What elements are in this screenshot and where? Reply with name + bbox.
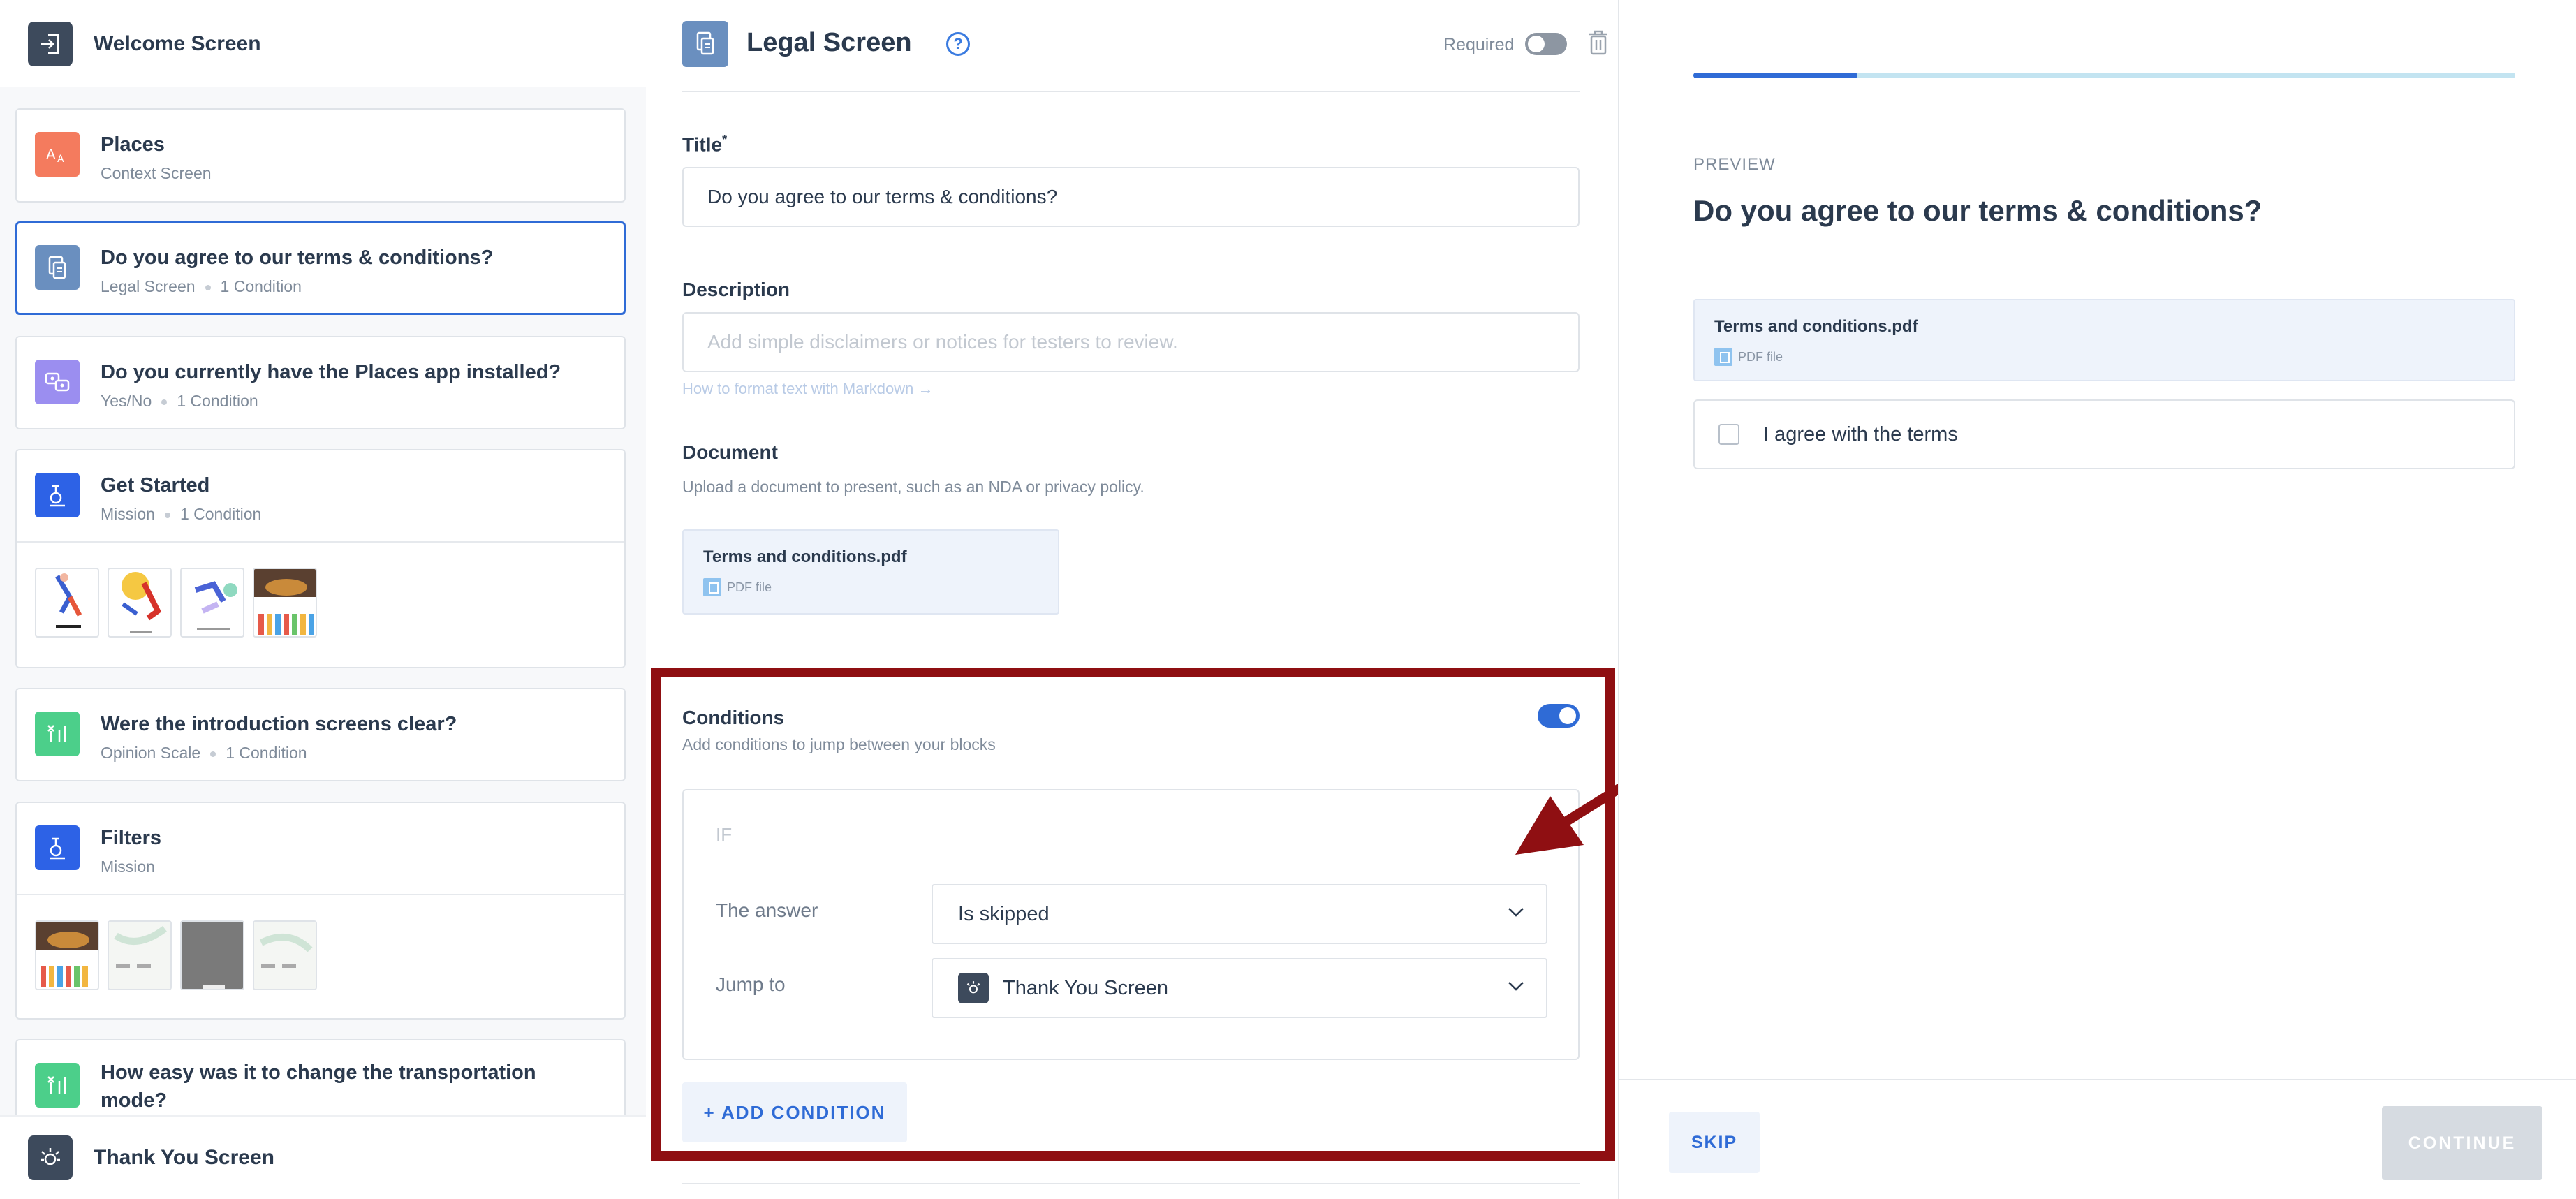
preview-question: Do you agree to our terms & conditions? <box>1693 194 2262 227</box>
block-card-get-started[interactable]: Get Started Mission 1 Condition <box>15 449 626 668</box>
editor-title: Legal Screen <box>746 28 912 57</box>
required-label: Required <box>1443 35 1515 54</box>
pdf-file-icon <box>1714 348 1732 366</box>
title-field-label: Title* <box>682 133 728 156</box>
answer-label: The answer <box>716 899 818 921</box>
condition-rule: IF The answer Is skipped Jump to Thank Y… <box>682 789 1580 1060</box>
enter-icon <box>28 21 73 66</box>
screen-thumbnail <box>180 920 244 990</box>
legal-document-icon <box>682 21 728 67</box>
document-help-text: Upload a document to present, such as an… <box>682 478 1145 496</box>
document-field-label: Document <box>682 441 778 463</box>
welcome-screen-item[interactable]: Welcome Screen <box>0 0 646 87</box>
screen-thumbnail <box>35 920 99 990</box>
block-subtitle: Mission 1 Condition <box>101 505 262 523</box>
mission-screen-thumbnails <box>17 894 624 1018</box>
opinion-scale-icon <box>35 712 80 756</box>
block-card-places[interactable]: AA Places Context Screen <box>15 108 626 203</box>
block-title: Do you agree to our terms & conditions? <box>101 247 494 269</box>
block-title: Do you currently have the Places app ins… <box>101 361 561 383</box>
block-editor: Legal Screen ? Required Title* Do you ag… <box>646 0 1618 1199</box>
block-card-yes-no[interactable]: Do you currently have the Places app ins… <box>15 336 626 429</box>
jump-to-select[interactable]: Thank You Screen <box>932 958 1547 1018</box>
required-toggle[interactable] <box>1525 33 1567 55</box>
if-label: IF <box>716 824 733 845</box>
answer-select[interactable]: Is skipped <box>932 884 1547 944</box>
screen-thumbnail <box>253 920 317 990</box>
block-title: Were the introduction screens clear? <box>101 713 457 735</box>
block-subtitle: Context Screen <box>101 164 212 182</box>
jump-to-label: Jump to <box>716 973 786 995</box>
progress-bar <box>1693 73 2515 78</box>
context-screen-icon: AA <box>35 132 80 177</box>
add-condition-button[interactable]: + ADD CONDITION <box>682 1082 907 1142</box>
svg-text:A: A <box>57 154 64 165</box>
welcome-screen-label: Welcome Screen <box>94 31 261 55</box>
block-subtitle: Legal Screen 1 Condition <box>101 277 302 295</box>
screen-thumbnail <box>35 568 99 638</box>
conditions-title: Conditions <box>682 707 785 728</box>
preview-document-type: PDF file <box>1714 348 1783 366</box>
agree-checkbox[interactable] <box>1718 424 1739 445</box>
yes-no-icon <box>35 360 80 404</box>
jump-to-select-value: Thank You Screen <box>1003 976 1169 999</box>
svg-text:A: A <box>46 146 56 163</box>
preview-document-name: Terms and conditions.pdf <box>1714 317 1918 336</box>
markdown-help-link[interactable]: How to format text with Markdown → <box>682 380 933 398</box>
continue-button[interactable]: CONTINUE <box>2382 1106 2542 1180</box>
thank-you-screen-label: Thank You Screen <box>94 1146 274 1169</box>
agree-checkbox-label: I agree with the terms <box>1763 422 1958 446</box>
help-icon[interactable]: ? <box>946 32 970 56</box>
mission-icon <box>35 473 80 517</box>
divider <box>682 1183 1580 1184</box>
celebration-icon <box>958 973 989 1003</box>
progress-bar-fill <box>1693 73 1858 78</box>
block-card-filters[interactable]: Filters Mission <box>15 802 626 1020</box>
opinion-scale-icon <box>35 1063 80 1108</box>
editor-header: Legal Screen ? Required <box>682 21 1607 92</box>
preview-label: PREVIEW <box>1693 155 1776 174</box>
answer-select-value: Is skipped <box>958 902 1050 925</box>
block-title: Places <box>101 133 165 156</box>
screen-thumbnail <box>108 568 172 638</box>
chevron-down-icon <box>1508 982 1524 991</box>
conditions-toggle[interactable] <box>1538 704 1580 728</box>
screen-thumbnail <box>108 920 172 990</box>
block-title: Filters <box>101 827 162 849</box>
description-field-label: Description <box>682 279 790 300</box>
block-title: How easy was it to change the transporta… <box>101 1061 536 1112</box>
chevron-down-icon <box>1508 908 1524 917</box>
trash-icon[interactable] <box>1588 29 1609 59</box>
screen-thumbnail <box>180 568 244 638</box>
divider <box>1619 1079 2576 1080</box>
mission-icon <box>35 825 80 870</box>
celebration-icon <box>28 1135 73 1180</box>
description-input[interactable]: Add simple disclaimers or notices for te… <box>682 312 1580 372</box>
agree-checkbox-row[interactable]: I agree with the terms <box>1693 399 2515 469</box>
mission-screen-thumbnails <box>17 541 624 665</box>
preview-panel: PREVIEW Do you agree to our terms & cond… <box>1618 0 2576 1199</box>
screen-thumbnail <box>253 568 317 638</box>
thank-you-screen-item[interactable]: Thank You Screen <box>0 1115 646 1199</box>
preview-document[interactable]: Terms and conditions.pdf PDF file <box>1693 299 2515 381</box>
skip-button[interactable]: SKIP <box>1669 1112 1760 1173</box>
legal-document-icon <box>35 245 80 290</box>
block-card-legal-selected[interactable]: Do you agree to our terms & conditions? … <box>15 221 626 315</box>
pdf-file-icon <box>703 578 721 596</box>
conditions-help-text: Add conditions to jump between your bloc… <box>682 735 996 753</box>
title-input[interactable]: Do you agree to our terms & conditions? <box>682 167 1580 227</box>
block-subtitle: Opinion Scale 1 Condition <box>101 744 307 762</box>
block-subtitle: Mission <box>101 858 155 876</box>
block-sidebar: Welcome Screen AA Places Context Screen … <box>0 0 646 1199</box>
block-title: Get Started <box>101 474 210 496</box>
block-subtitle: Yes/No 1 Condition <box>101 392 258 410</box>
document-file-name: Terms and conditions.pdf <box>703 547 907 566</box>
block-card-opinion-scale[interactable]: Were the introduction screens clear? Opi… <box>15 688 626 781</box>
uploaded-document[interactable]: Terms and conditions.pdf PDF file <box>682 529 1059 615</box>
document-file-type: PDF file <box>703 578 772 596</box>
